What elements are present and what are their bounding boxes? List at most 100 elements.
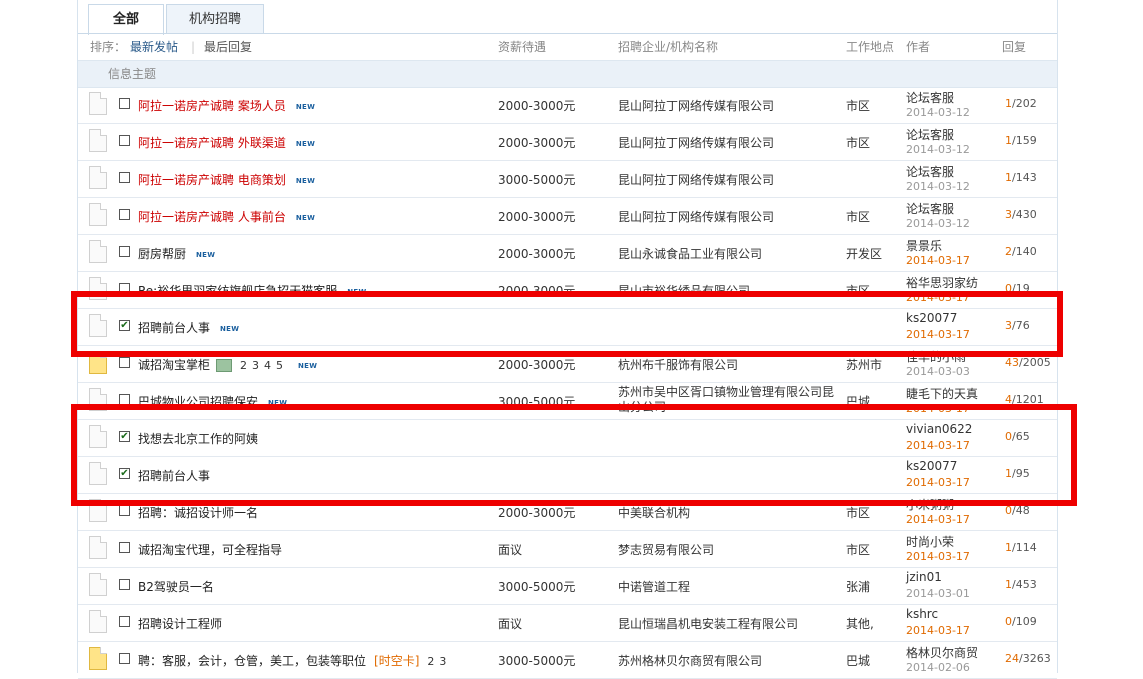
thread-title-text[interactable]: B2驾驶员一名: [138, 580, 214, 594]
thread-title[interactable]: 阿拉一诺房产诚聘 电商策划 NEW: [138, 171, 315, 188]
author-link[interactable]: 时尚小荣: [906, 533, 954, 550]
thread-title-text[interactable]: 厨房帮厨: [138, 247, 186, 261]
document-icon: [89, 92, 107, 115]
page-link[interactable]: 2: [427, 655, 434, 668]
thread-title[interactable]: 阿拉一诺房产诚聘 外联渠道 NEW: [138, 134, 315, 151]
author-link[interactable]: 裕华思羽家纺: [906, 274, 978, 291]
company-cell: 昆山阿拉丁网络传媒有限公司: [618, 173, 775, 187]
page-link[interactable]: 4: [264, 359, 271, 372]
thread-title[interactable]: 聘：客服，会计，仓管，美工，包装等职位 [时空卡] 2 3: [138, 652, 451, 669]
thread-title-text[interactable]: 招聘设计工程师: [138, 617, 222, 631]
reply-count: 1: [1005, 97, 1012, 110]
reply-count: 2: [1005, 245, 1012, 258]
reply-stats: 1/114: [1005, 541, 1037, 554]
reply-count: 1: [1005, 134, 1012, 147]
location-cell: 市区: [846, 543, 871, 557]
author-link[interactable]: 论坛客服: [906, 163, 954, 180]
company-cell: 苏州格林贝尔商贸有限公司: [618, 654, 763, 668]
thread-title[interactable]: 阿拉一诺房产诚聘 案场人员 NEW: [138, 97, 315, 114]
document-icon: [89, 573, 107, 596]
thread-title-text[interactable]: 阿拉一诺房产诚聘 人事前台: [138, 210, 286, 224]
reply-stats: 2/140: [1005, 245, 1037, 258]
row-checkbox[interactable]: [119, 209, 130, 220]
tab-all[interactable]: 全部: [88, 4, 164, 35]
author-link[interactable]: 论坛客服: [906, 126, 954, 143]
thread-title[interactable]: B2驾驶员一名: [138, 578, 214, 595]
row-checkbox[interactable]: [119, 172, 130, 183]
thread-title-text[interactable]: 招聘：诚招设计师一名: [138, 506, 258, 520]
author-link[interactable]: 景景乐: [906, 237, 942, 254]
author-link[interactable]: jzin01: [906, 570, 942, 584]
salary-cell: 2000-3000元: [498, 210, 576, 224]
reply-stats: 1/453: [1005, 578, 1037, 591]
author-link[interactable]: 论坛客服: [906, 89, 954, 106]
tab-institution-recruit[interactable]: 机构招聘: [166, 4, 264, 34]
row-checkbox[interactable]: [119, 135, 130, 146]
author-link[interactable]: 论坛客服: [906, 200, 954, 217]
column-author: 作者: [906, 40, 931, 54]
row-checkbox[interactable]: [119, 542, 130, 553]
thread-title-text[interactable]: 诚招淘宝掌柜: [138, 358, 210, 372]
new-badge: NEW: [298, 361, 318, 370]
author-link[interactable]: 睫毛下的天真: [906, 385, 978, 402]
salary-cell: 2000-3000元: [498, 99, 576, 113]
company-cell: 昆山阿拉丁网络传媒有限公司: [618, 136, 775, 150]
page-link[interactable]: 3: [252, 359, 259, 372]
author-link[interactable]: kshrc: [906, 607, 938, 621]
thread-title[interactable]: 诚招淘宝代理，可全程指导: [138, 541, 282, 558]
document-icon: [89, 610, 107, 633]
thread-title[interactable]: 诚招淘宝掌柜 2 3 4 5 NEW: [138, 356, 317, 373]
view-count: /143: [1012, 171, 1037, 184]
document-icon: [89, 240, 107, 263]
reply-count: 1: [1005, 541, 1012, 554]
view-count: /159: [1012, 134, 1037, 147]
author-link[interactable]: 格林贝尔商贸: [906, 644, 978, 661]
page-link[interactable]: 5: [276, 359, 283, 372]
sort-latest-link[interactable]: 最新发帖: [130, 34, 178, 60]
reply-count: 24: [1005, 652, 1019, 665]
view-count: /2005: [1019, 356, 1051, 369]
thread-title-text[interactable]: 诚招淘宝代理，可全程指导: [138, 543, 282, 557]
thread-title[interactable]: 招聘：诚招设计师一名: [138, 504, 258, 521]
thread-title-text[interactable]: 聘：客服，会计，仓管，美工，包装等职位: [138, 654, 366, 668]
row-checkbox[interactable]: [119, 653, 130, 664]
column-replies: 回复: [1002, 40, 1027, 54]
reply-count: 43: [1005, 356, 1019, 369]
row-checkbox[interactable]: [119, 246, 130, 257]
row-checkbox[interactable]: [119, 98, 130, 109]
thread-title-text[interactable]: 阿拉一诺房产诚聘 案场人员: [138, 99, 286, 113]
company-cell: 中诺管道工程: [618, 580, 691, 594]
thread-tag[interactable]: [时空卡]: [374, 654, 419, 668]
reply-count: 3: [1005, 208, 1012, 221]
salary-cell: 3000-5000元: [498, 654, 576, 668]
sort-last-reply-link[interactable]: 最后回复: [204, 34, 252, 60]
thread-title[interactable]: 阿拉一诺房产诚聘 人事前台 NEW: [138, 208, 315, 225]
new-badge: NEW: [295, 139, 316, 148]
reply-stats: 0/109: [1005, 615, 1037, 628]
reply-stats: 24/3263: [1005, 652, 1051, 665]
thread-title-text[interactable]: 阿拉一诺房产诚聘 外联渠道: [138, 136, 286, 150]
page-link[interactable]: 2: [240, 359, 247, 372]
location-cell: 张浦: [846, 580, 871, 594]
document-icon: [89, 129, 107, 152]
salary-cell: 2000-3000元: [498, 506, 576, 520]
subheader-label: 信息主题: [108, 67, 157, 81]
thread-title-text[interactable]: 阿拉一诺房产诚聘 电商策划: [138, 173, 286, 187]
page-links: 2345: [240, 359, 288, 372]
thread-title[interactable]: 厨房帮厨 NEW: [138, 245, 215, 262]
location-cell: 其他,: [846, 617, 874, 631]
salary-cell: 3000-5000元: [498, 173, 576, 187]
salary-cell: 面议: [498, 543, 523, 557]
page-link[interactable]: 3: [439, 655, 446, 668]
row-checkbox[interactable]: [119, 505, 130, 516]
thread-title[interactable]: 招聘设计工程师: [138, 615, 222, 632]
reply-count: 1: [1005, 171, 1012, 184]
location-cell: 苏州市: [846, 358, 883, 372]
row-checkbox[interactable]: [119, 357, 130, 368]
row-checkbox[interactable]: [119, 579, 130, 590]
table-row: 阿拉一诺房产诚聘 人事前台 NEW 2000-3000元 昆山阿拉丁网络传媒有限公司 市…: [78, 197, 1057, 235]
location-cell: 巴城: [846, 654, 871, 668]
row-checkbox[interactable]: [119, 616, 130, 627]
reply-stats: 3/430: [1005, 208, 1037, 221]
company-cell: 昆山永诚食品工业有限公司: [618, 247, 763, 261]
